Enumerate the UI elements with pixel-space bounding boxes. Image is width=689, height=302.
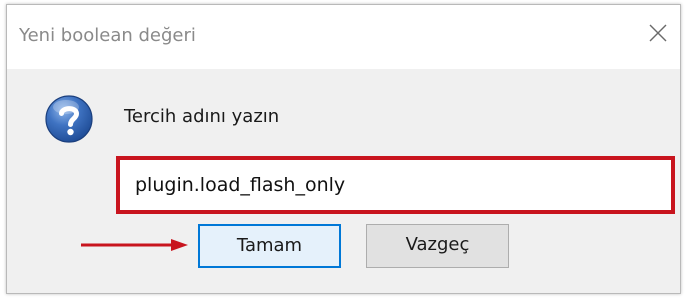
input-highlight-frame (116, 156, 675, 214)
dialog-window: Yeni boolean değeri Tercih adını yazın T… (6, 4, 681, 294)
preference-name-input[interactable] (123, 163, 668, 207)
close-icon (649, 24, 667, 42)
title-bar: Yeni boolean değeri (7, 5, 680, 69)
arrow-right-icon (81, 239, 188, 251)
prompt-label: Tercih adını yazın (124, 106, 280, 127)
ok-button[interactable]: Tamam (198, 224, 341, 268)
dialog-title: Yeni boolean değeri (19, 25, 196, 46)
cancel-button[interactable]: Vazgeç (366, 224, 509, 268)
question-icon (45, 95, 93, 143)
close-button[interactable] (640, 17, 676, 49)
